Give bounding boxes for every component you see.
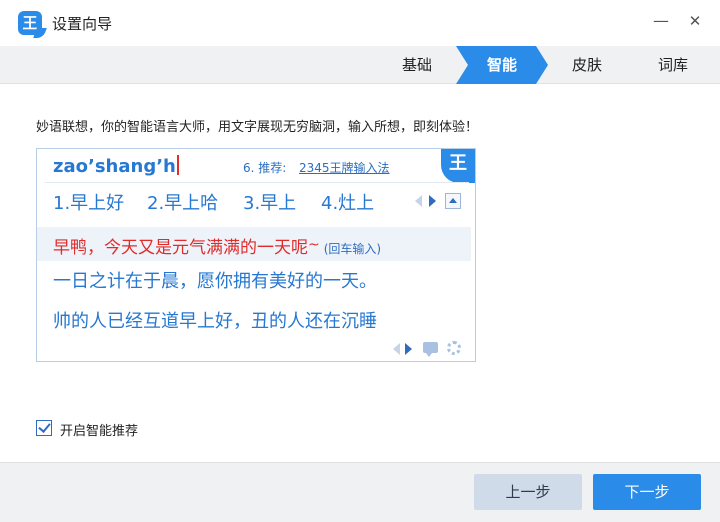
suggestion-sentence-2[interactable]: 帅的人已经互道早上好，丑的人还在沉睡 <box>53 307 377 333</box>
prev-step-button[interactable]: 上一步 <box>474 474 582 510</box>
candidate-1[interactable]: 1.早上好 <box>53 189 124 215</box>
ime-demo-panel: zao’shang’h 6. 推荐: 2345王牌输入法 王 1.早上好 2.早… <box>36 148 476 362</box>
pinyin-text: zao’shang’h <box>53 156 176 177</box>
recommend-link[interactable]: 2345王牌输入法 <box>299 159 390 176</box>
tab-skin[interactable]: 皮肤 <box>548 46 626 84</box>
window-title: 设置向导 <box>52 15 113 33</box>
ime-logo-icon: 王 <box>441 149 475 183</box>
next-icon[interactable] <box>405 343 412 355</box>
minimize-button[interactable]: — <box>650 10 672 32</box>
candidate-3[interactable]: 3.早上 <box>243 189 296 215</box>
enter-hint: (回车输入) <box>323 242 382 256</box>
app-logo-icon: 王 <box>18 11 42 35</box>
suggestion-sentence-1[interactable]: 一日之计在于晨，愿你拥有美好的一天。 <box>53 267 377 293</box>
prev-icon[interactable] <box>393 343 400 355</box>
tab-basic[interactable]: 基础 <box>378 46 456 84</box>
intro-text: 妙语联想，你的智能语言大师，用文字展现无穷脑洞，输入所想，即刻体验！ <box>36 120 479 135</box>
tab-dictionary[interactable]: 词库 <box>626 46 720 84</box>
panel-toolbar <box>393 341 467 357</box>
prev-page-icon[interactable] <box>415 195 422 207</box>
smart-suggestion: 早鸭，今天又是元气满满的一天呢~ (回车输入) <box>53 233 381 258</box>
recommend-label: 6. 推荐: <box>243 161 287 175</box>
smart-sentence: 早鸭，今天又是元气满满的一天呢 <box>53 238 308 258</box>
smart-tilde: ~ <box>308 237 320 253</box>
candidate-2[interactable]: 2.早上哈 <box>147 189 218 215</box>
gear-icon[interactable] <box>447 341 461 355</box>
tab-smart[interactable]: 智能 <box>456 46 548 84</box>
smart-recommend-label[interactable]: 开启智能推荐 <box>60 420 138 439</box>
divider <box>45 182 469 183</box>
footer-bar: 上一步 下一步 <box>0 462 720 522</box>
chat-bubble-icon[interactable] <box>423 342 438 357</box>
next-page-icon[interactable] <box>429 195 436 207</box>
tab-strip: 基础 智能 皮肤 词库 <box>0 46 720 84</box>
title-bar: 王 设置向导 — ✕ <box>0 0 720 46</box>
smart-recommend-checkbox[interactable] <box>36 420 52 436</box>
candidate-4[interactable]: 4.灶上 <box>321 189 374 215</box>
text-caret <box>176 155 179 175</box>
collapse-up-icon[interactable] <box>445 193 461 209</box>
next-step-button[interactable]: 下一步 <box>593 474 701 510</box>
smart-suggestion-row[interactable]: 早鸭，今天又是元气满满的一天呢~ (回车输入) <box>37 227 471 261</box>
close-button[interactable]: ✕ <box>684 10 706 32</box>
pinyin-composition: zao’shang’h <box>53 155 179 177</box>
